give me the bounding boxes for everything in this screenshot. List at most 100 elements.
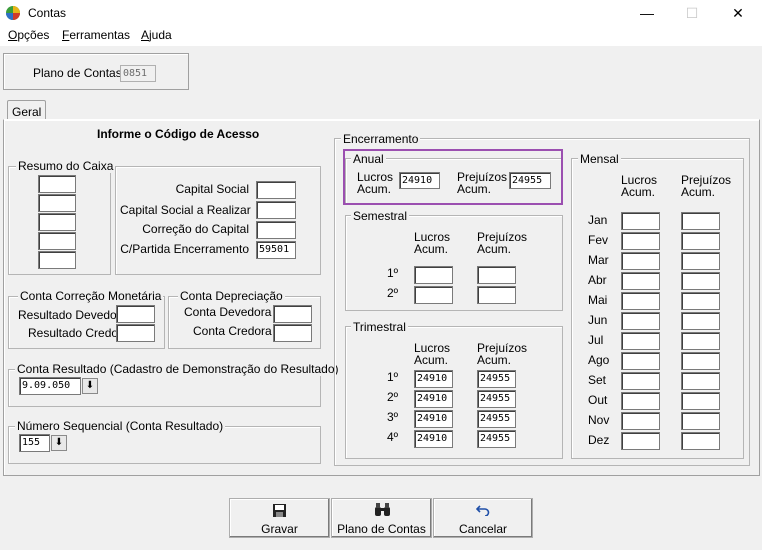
undo-icon (476, 505, 490, 516)
semestral-lucros-field[interactable] (414, 286, 453, 304)
mensal-prejuizos-field[interactable] (681, 372, 720, 390)
tab-geral[interactable]: Geral (7, 100, 46, 121)
resumo-field[interactable] (38, 251, 76, 269)
sequencial-field[interactable]: 155 (19, 434, 50, 452)
month-label: Dez (588, 433, 610, 447)
sequencial-dropdown-icon[interactable]: ⬇ (51, 435, 67, 451)
resultado-devedor-field[interactable] (116, 305, 155, 323)
semestral-prejuizos-field[interactable] (477, 266, 516, 284)
trimestral-row-label: 4º (387, 430, 399, 444)
mensal-prejuizos-field[interactable] (681, 432, 720, 450)
anual-prejuizos-acum-label: Acum. (457, 182, 492, 196)
mensal-prejuizos-field[interactable] (681, 232, 720, 250)
mensal-lucros-field[interactable] (621, 232, 660, 250)
semestral-lucros-field[interactable] (414, 266, 453, 284)
cancelar-button[interactable]: Cancelar (433, 498, 533, 538)
trimestral-row-label: 2º (387, 390, 399, 404)
conta-devedora-label: Conta Devedora (184, 305, 272, 319)
correcao-capital-field[interactable] (256, 221, 296, 239)
month-label: Ago (588, 353, 610, 367)
resumo-field[interactable] (38, 213, 76, 231)
resumo-field[interactable] (38, 175, 76, 193)
anual-prejuizos-field[interactable]: 24955 (509, 172, 551, 189)
menu-bar: Opções Ferramentas Ajuda (0, 26, 762, 46)
depreciacao-title: Conta Depreciação (178, 289, 285, 303)
mensal-lucros-field[interactable] (621, 332, 660, 350)
c-partida-field[interactable]: 59501 (256, 241, 296, 259)
conta-devedora-field[interactable] (273, 305, 312, 323)
minimize-button[interactable]: — (624, 0, 670, 26)
plano-de-contas-button[interactable]: Plano de Contas (331, 498, 432, 538)
trimestral-lucros-field[interactable]: 24910 (414, 430, 453, 448)
plano-field[interactable]: 0851 (120, 65, 156, 82)
semestral-prejuizos-field[interactable] (477, 286, 516, 304)
mensal-lucros-field[interactable] (621, 292, 660, 310)
semestral-prejuizos-acum-label: Acum. (477, 242, 512, 256)
resumo-field[interactable] (38, 232, 76, 250)
conta-credora-field[interactable] (273, 324, 312, 342)
resultado-credor-label: Resultado Credor (28, 326, 123, 340)
mensal-lucros-field[interactable] (621, 432, 660, 450)
mensal-title: Mensal (578, 152, 621, 166)
gravar-button[interactable]: Gravar (229, 498, 330, 538)
trimestral-prejuizos-field[interactable]: 24955 (477, 370, 516, 388)
mensal-prejuizos-field[interactable] (681, 332, 720, 350)
month-label: Jan (588, 213, 608, 227)
plano-label: Plano de Contas (33, 66, 122, 80)
mensal-lucros-field[interactable] (621, 252, 660, 270)
trimestral-prejuizos-field[interactable]: 24955 (477, 430, 516, 448)
mensal-lucros-acum-label: Acum. (621, 185, 656, 199)
mensal-lucros-field[interactable] (621, 352, 660, 370)
mensal-prejuizos-field[interactable] (681, 272, 720, 290)
mensal-prejuizos-field[interactable] (681, 252, 720, 270)
anual-lucros-field[interactable]: 24910 (399, 172, 440, 189)
mensal-prejuizos-field[interactable] (681, 412, 720, 430)
resumo-title: Resumo do Caixa (16, 159, 116, 173)
month-label: Nov (588, 413, 610, 427)
menu-ferramentas[interactable]: Ferramentas (62, 28, 130, 42)
capital-social-field[interactable] (256, 181, 296, 199)
mensal-lucros-field[interactable] (621, 392, 660, 410)
trimestral-row-label: 1º (387, 370, 399, 384)
mensal-prejuizos-field[interactable] (681, 392, 720, 410)
mensal-prejuizos-field[interactable] (681, 352, 720, 370)
menu-opcoes[interactable]: Opções (8, 28, 49, 42)
mensal-lucros-field[interactable] (621, 372, 660, 390)
trimestral-lucros-field[interactable]: 24910 (414, 410, 453, 428)
month-label: Set (588, 373, 607, 387)
month-label: Abr (588, 273, 607, 287)
correcao-title: Conta Correção Monetária (18, 289, 164, 303)
conta-credora-label: Conta Credora (193, 324, 272, 338)
resultado-title: Conta Resultado (Cadastro de Demonstraçã… (15, 362, 341, 376)
capital-realizar-field[interactable] (256, 201, 296, 219)
resultado-field[interactable]: 9.09.050 (19, 377, 81, 395)
mensal-prejuizos-field[interactable] (681, 212, 720, 230)
menu-ajuda[interactable]: Ajuda (141, 28, 172, 42)
mensal-lucros-field[interactable] (621, 272, 660, 290)
resumo-field[interactable] (38, 194, 76, 212)
trimestral-title: Trimestral (351, 320, 408, 334)
trimestral-lucros-acum-label: Acum. (414, 353, 449, 367)
semestral-row-label: 1º (387, 266, 399, 280)
resultado-dropdown-icon[interactable]: ⬇ (82, 378, 98, 394)
month-label: Jun (588, 313, 608, 327)
mensal-lucros-field[interactable] (621, 412, 660, 430)
trimestral-lucros-field[interactable]: 24910 (414, 390, 453, 408)
mensal-lucros-field[interactable] (621, 212, 660, 230)
mensal-lucros-field[interactable] (621, 312, 660, 330)
mensal-prejuizos-field[interactable] (681, 292, 720, 310)
month-label: Out (588, 393, 608, 407)
month-label: Jul (588, 333, 604, 347)
encerramento-title: Encerramento (341, 132, 421, 146)
trimestral-prejuizos-acum-label: Acum. (477, 353, 512, 367)
mensal-prejuizos-acum-label: Acum. (681, 185, 716, 199)
resultado-credor-field[interactable] (116, 324, 155, 342)
close-button[interactable]: ✕ (715, 0, 761, 26)
maximize-button[interactable]: ☐ (669, 0, 715, 26)
trimestral-prejuizos-field[interactable]: 24955 (477, 410, 516, 428)
sequencial-title: Número Sequencial (Conta Resultado) (15, 419, 226, 433)
mensal-prejuizos-field[interactable] (681, 312, 720, 330)
trimestral-prejuizos-field[interactable]: 24955 (477, 390, 516, 408)
app-icon (6, 6, 20, 20)
trimestral-lucros-field[interactable]: 24910 (414, 370, 453, 388)
